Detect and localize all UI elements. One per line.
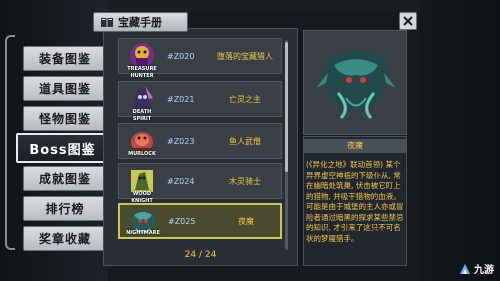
- boss-name: 木灵骑士: [229, 176, 261, 186]
- boss-code: #Z021: [167, 94, 195, 104]
- monster-tag: DEATH SPIRIT: [132, 109, 152, 122]
- book-icon: [101, 17, 113, 27]
- boss-description: (《异化之地》联动首领) 某个异界虚空神祇的下级仆从, 常在幽暗处筑巢, 伏击被…: [306, 160, 404, 243]
- monster-tag: MURLOCK: [128, 151, 156, 157]
- boss-name: 堕落的宝藏猎人: [217, 51, 273, 61]
- nav-medal-collection[interactable]: 奖章收藏: [23, 226, 107, 251]
- panel-title-tab: 宝藏手册: [93, 12, 188, 32]
- nav-item-codex[interactable]: 道具图鉴: [23, 76, 107, 101]
- scroll-thumb[interactable]: [285, 42, 288, 172]
- boss-list-item[interactable]: WOOD KNIGHT #Z024 木灵骑士: [118, 163, 282, 204]
- close-button[interactable]: [399, 12, 417, 30]
- boss-preview: [303, 30, 407, 135]
- boss-name: 亡灵之主: [229, 94, 261, 104]
- nav-achievement-codex[interactable]: 成就图鉴: [23, 166, 107, 191]
- nav-leaderboard[interactable]: 排行榜: [23, 196, 107, 221]
- monster-tag: WOOD KNIGHT: [131, 191, 153, 204]
- nav-monster-codex[interactable]: 怪物图鉴: [23, 106, 107, 131]
- jiuyou-logo-icon: [460, 263, 470, 274]
- panel-title: 宝藏手册: [118, 16, 162, 29]
- boss-code: #Z020: [167, 51, 195, 61]
- boss-list-item-selected[interactable]: NIGHTMARE #Z025 夜魔: [118, 203, 282, 239]
- nav-boss-codex[interactable]: Boss图鉴: [16, 133, 109, 163]
- nav-equipment-codex[interactable]: 装备图鉴: [23, 46, 107, 71]
- top-strip: [108, 0, 420, 12]
- boss-list-item[interactable]: MURLOCK #Z023 鱼人武僧: [118, 123, 282, 159]
- boss-code: #Z024: [167, 176, 195, 186]
- boss-name: 鱼人武僧: [229, 136, 261, 146]
- nightmare-portrait: [316, 50, 396, 120]
- watermark: 九游: [458, 261, 494, 276]
- boss-list-item[interactable]: TREASURE HUNTER #Z020 堕落的宝藏猎人: [118, 38, 282, 79]
- boss-code: #Z025: [168, 216, 196, 226]
- page-counter: 24 / 24: [184, 250, 217, 260]
- boss-code: #Z023: [167, 136, 195, 146]
- boss-detail-title: 夜魔: [303, 139, 407, 153]
- frame-bracket: [5, 35, 15, 250]
- monster-tag: TREASURE HUNTER: [127, 66, 157, 79]
- watermark-text: 九游: [474, 265, 494, 276]
- boss-list-item[interactable]: DEATH SPIRIT #Z021 亡灵之主: [118, 81, 282, 122]
- right-background: [420, 0, 500, 281]
- boss-name: 夜魔: [238, 216, 254, 226]
- close-icon: [403, 16, 413, 26]
- monster-tag: NIGHTMARE: [126, 230, 160, 236]
